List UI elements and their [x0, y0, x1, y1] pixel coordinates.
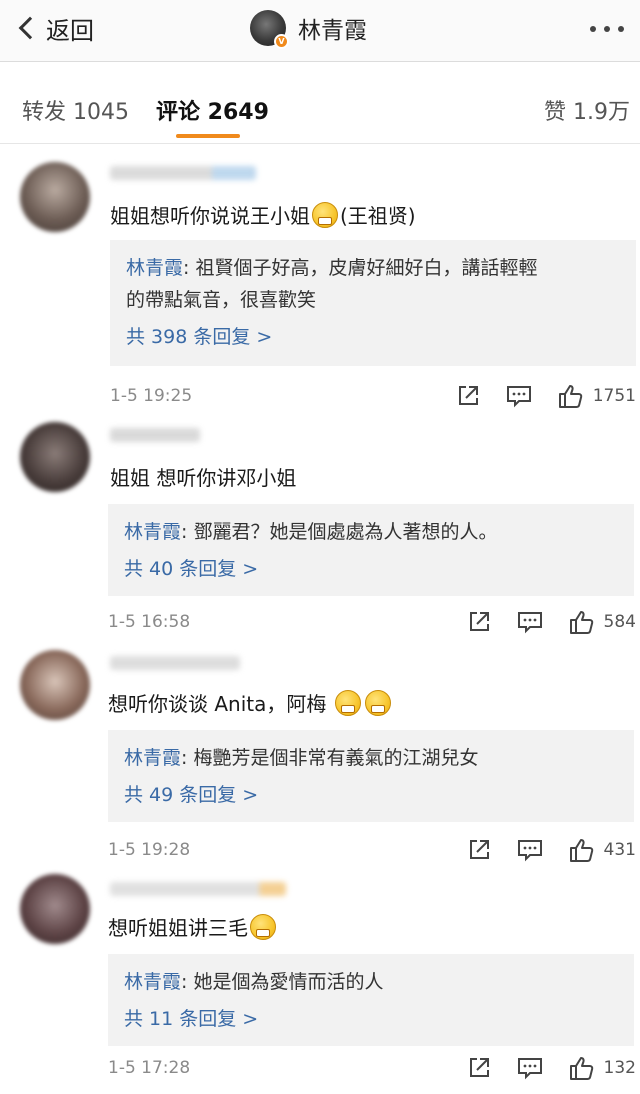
comment-time: 1-5 16:58: [108, 612, 191, 632]
nav-profile[interactable]: V 林青霞: [250, 8, 367, 49]
avatar[interactable]: [20, 162, 90, 232]
grin-emoji-icon: [334, 690, 361, 716]
comment-actions: 431: [466, 836, 636, 864]
thumbs-up-icon: [558, 385, 582, 408]
grin-emoji-icon: [364, 690, 391, 716]
thumbs-up-icon: [569, 839, 593, 862]
reply-box[interactable]: 林青霞: 梅艷芳是個非常有義氣的江湖兒女 共 49 条回复 >: [108, 730, 634, 822]
comment-actions: 1751: [455, 382, 636, 410]
reply-text: : 祖賢個子好高，皮膚好細好白，講話輕輕: [183, 257, 538, 279]
avatar[interactable]: V: [250, 10, 289, 49]
like-button[interactable]: 1751: [557, 383, 636, 409]
reply-author[interactable]: 林青霞: [124, 521, 181, 543]
comment-icon[interactable]: [516, 609, 544, 635]
reply-text: : 梅艷芳是個非常有義氣的江湖兒女: [181, 747, 479, 769]
back-button[interactable]: 返回: [14, 8, 94, 48]
like-count: 431: [603, 840, 636, 860]
comment-text: 姐姐 想听你讲邓小姐: [110, 466, 297, 490]
chevron-left-icon: [18, 16, 42, 40]
comment-icon[interactable]: [505, 383, 533, 409]
view-replies-link[interactable]: 共 49 条回复 >: [124, 780, 258, 807]
reply-line: 林青霞: 她是個為愛情而活的人: [124, 966, 618, 998]
comment-text-suffix: (王祖贤): [340, 204, 416, 228]
username-blurred[interactable]: [110, 166, 256, 180]
view-replies-link[interactable]: 共 398 条回复 >: [126, 322, 272, 349]
username-blurred[interactable]: [110, 882, 286, 896]
like-count: 1751: [592, 386, 636, 406]
comment-text-main: 想听姐姐讲三毛: [108, 916, 248, 940]
comment-text-main: 想听你谈谈 Anita，阿梅: [108, 692, 327, 716]
comment-item: 姐姐想听你说说王小姐 (王祖贤) 林青霞: 祖賢個子好高，皮膚好細好白，講話輕輕 …: [0, 150, 640, 420]
reply-text: : 鄧麗君？她是個處處為人著想的人。: [181, 521, 498, 543]
comment-text: 想听你谈谈 Anita，阿梅: [108, 688, 393, 717]
active-tab-indicator: [176, 134, 240, 138]
comment-time: 1-5 19:25: [110, 386, 193, 406]
reply-line: 林青霞: 梅艷芳是個非常有義氣的江湖兒女: [124, 742, 618, 774]
thumbs-up-icon: [569, 1057, 593, 1080]
thumbs-up-icon: [569, 611, 593, 634]
avatar[interactable]: [20, 874, 90, 944]
avatar[interactable]: [20, 422, 90, 492]
emoji-icon: [312, 202, 338, 228]
like-count: 584: [603, 612, 636, 632]
like-count: 132: [603, 1058, 636, 1078]
reply-author[interactable]: 林青霞: [124, 971, 181, 993]
username-blurred[interactable]: [110, 656, 240, 670]
comment-time: 1-5 17:28: [108, 1058, 191, 1078]
verified-badge-icon: V: [274, 34, 289, 49]
reply-text: : 她是個為愛情而活的人: [181, 971, 384, 993]
comment-actions: 584: [466, 608, 636, 636]
like-button[interactable]: 132: [568, 1055, 636, 1081]
comment-text-main: 姐姐想听你说说王小姐: [110, 204, 310, 228]
view-replies-link[interactable]: 共 40 条回复 >: [124, 554, 258, 581]
top-nav-bar: 返回 V 林青霞: [0, 0, 640, 62]
page-title: 林青霞: [298, 18, 367, 44]
view-replies-link[interactable]: 共 11 条回复 >: [124, 1004, 258, 1031]
reply-author[interactable]: 林青霞: [126, 257, 183, 279]
reply-line-2: 的帶點氣音，很喜歡笑: [126, 289, 317, 311]
tab-likes[interactable]: 赞 1.9万: [544, 94, 630, 126]
comment-text: 姐姐想听你说说王小姐 (王祖贤): [110, 200, 416, 229]
comment-item: 想听姐姐讲三毛 林青霞: 她是個為愛情而活的人 共 11 条回复 > 1-5 1…: [0, 870, 640, 1094]
reply-box[interactable]: 林青霞: 祖賢個子好高，皮膚好細好白，講話輕輕 的帶點氣音，很喜歡笑 共 398…: [110, 240, 636, 366]
comment-actions: 132: [466, 1054, 636, 1082]
share-icon[interactable]: [466, 837, 492, 863]
comment-time: 1-5 19:28: [108, 840, 191, 860]
tab-bar: 转发 1045 评论 2649 赞 1.9万: [0, 76, 640, 144]
comment-item: 想听你谈谈 Anita，阿梅 林青霞: 梅艷芳是個非常有義氣的江湖兒女 共 49…: [0, 646, 640, 870]
like-button[interactable]: 431: [568, 837, 636, 863]
tab-repost[interactable]: 转发 1045: [22, 94, 129, 126]
reply-box[interactable]: 林青霞: 她是個為愛情而活的人 共 11 条回复 >: [108, 954, 634, 1046]
reply-author[interactable]: 林青霞: [124, 747, 181, 769]
comment-item: 姐姐 想听你讲邓小姐 林青霞: 鄧麗君？她是個處處為人著想的人。 共 40 条回…: [0, 418, 640, 644]
reply-box[interactable]: 林青霞: 鄧麗君？她是個處處為人著想的人。 共 40 条回复 >: [108, 504, 634, 596]
reply-line: 林青霞: 鄧麗君？她是個處處為人著想的人。: [124, 516, 618, 548]
reply-line: 林青霞: 祖賢個子好高，皮膚好細好白，講話輕輕: [126, 252, 620, 284]
like-button[interactable]: 584: [568, 609, 636, 635]
share-icon[interactable]: [466, 1055, 492, 1081]
comment-icon[interactable]: [516, 1055, 544, 1081]
crying-emoji-icon: [250, 914, 276, 940]
avatar[interactable]: [20, 650, 90, 720]
share-icon[interactable]: [455, 383, 481, 409]
more-options-icon[interactable]: [590, 26, 624, 32]
back-label: 返回: [46, 16, 94, 45]
comment-icon[interactable]: [516, 837, 544, 863]
comment-text: 想听姐姐讲三毛: [108, 912, 278, 941]
share-icon[interactable]: [466, 609, 492, 635]
username-blurred[interactable]: [110, 428, 200, 442]
